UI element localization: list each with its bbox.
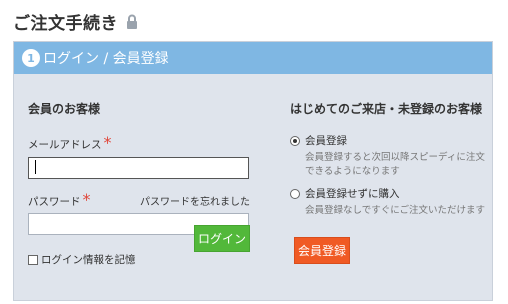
password-required-mark: * [82,189,91,209]
checkout-panel: 1 ログイン / 会員登録 会員のお客様 メールアドレス * パスワード * パスワ… [13,41,493,301]
page-title-area: ご注文手続き [13,9,138,34]
guest-purchase-option-label: 会員登録せずに購入 [305,188,400,200]
guest-section: はじめてのご来店・未登録のお客様 会員登録 会員登録すると次回以降スピーディに注… [290,100,490,218]
guest-purchase-radio[interactable] [290,188,300,199]
password-label-row: パスワード * パスワードを忘れました [28,190,250,209]
remember-checkbox[interactable] [28,254,38,265]
email-field-wrap [28,156,250,179]
option-guest-purchase[interactable]: 会員登録せずに購入 [290,186,490,201]
step-number: 1 [22,49,40,67]
remember-label: ログイン情報を記憶 [41,254,136,266]
guest-heading: はじめてのご来店・未登録のお客様 [290,102,483,116]
register-option-label: 会員登録 [305,135,347,147]
login-button[interactable]: ログイン [194,225,250,252]
register-option-description: 会員登録すると次回以降スピーディに注文できるようになります [305,152,485,177]
step-title: ログイン / 会員登録 [43,51,169,67]
email-required-mark: * [103,133,112,152]
text-caret [35,160,36,174]
page-title: ご注文手続き [13,14,118,34]
guest-purchase-option-description: 会員登録なしですぐにご注文いただけます [305,205,486,216]
email-label-row: メールアドレス * [28,133,250,152]
email-label: メールアドレス [28,139,102,151]
option-register[interactable]: 会員登録 [290,133,490,148]
register-radio[interactable] [290,135,300,146]
forgot-password-link[interactable]: パスワードを忘れました [140,193,250,208]
member-heading: 会員のお客様 [28,102,101,116]
step-header: 1 ログイン / 会員登録 [14,42,492,74]
lock-icon [126,14,138,30]
password-label: パスワード [28,195,81,208]
register-button[interactable]: 会員登録 [294,237,350,264]
email-input[interactable] [28,156,249,179]
remember-login[interactable]: ログイン情報を記憶 [28,252,250,267]
